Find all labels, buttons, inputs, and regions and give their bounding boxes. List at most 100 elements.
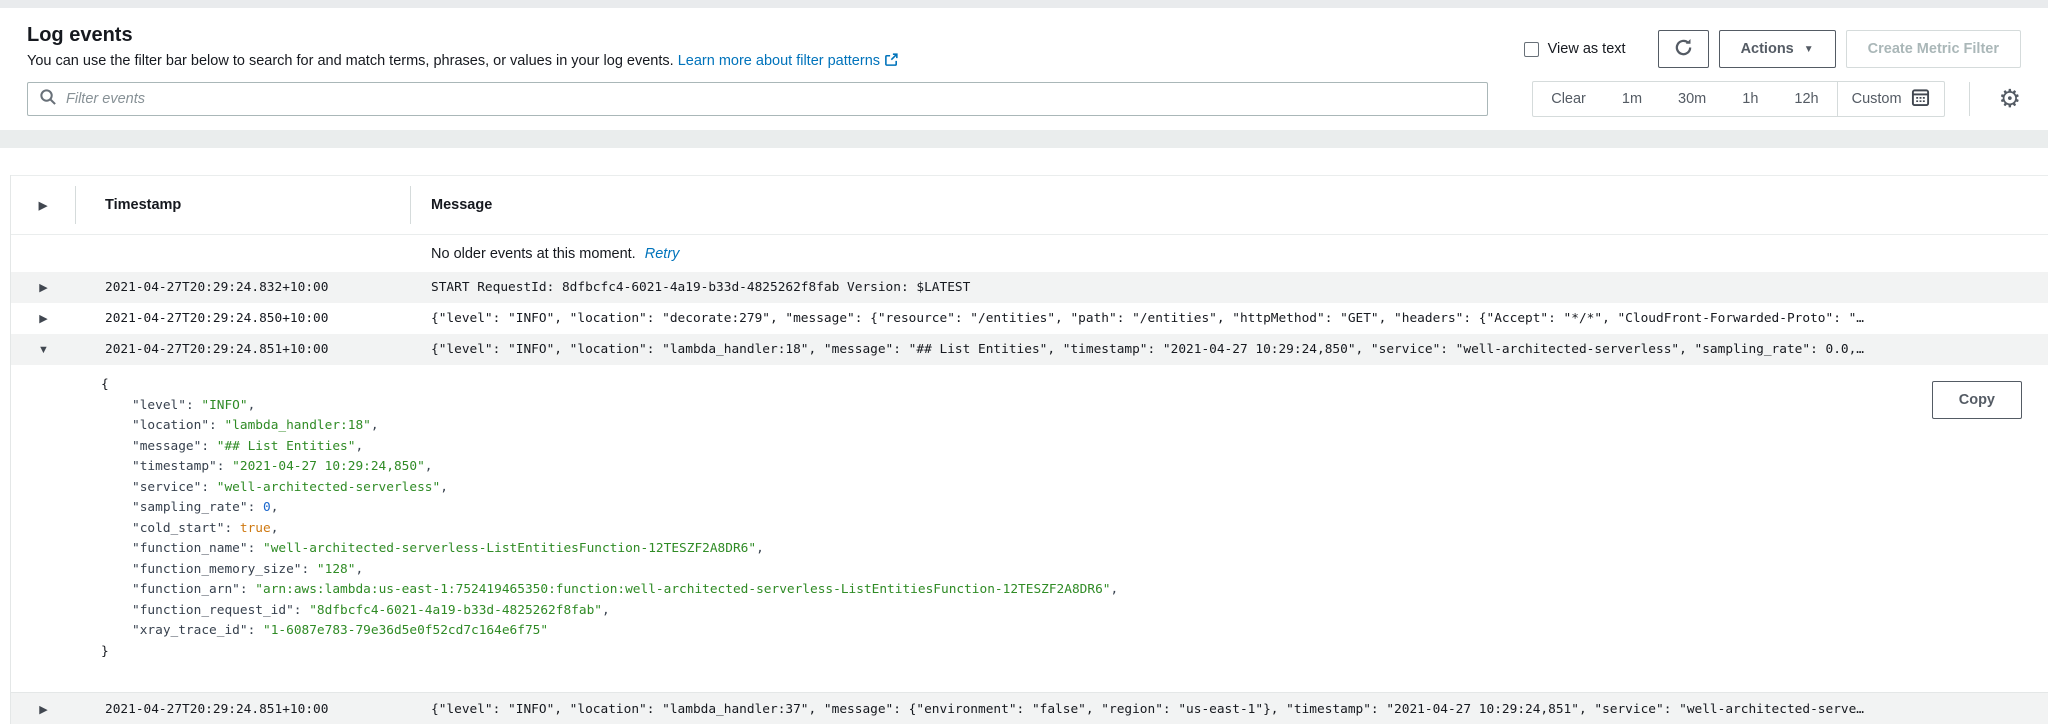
caret-down-icon: ▼ <box>1803 43 1814 55</box>
log-row[interactable]: ▼ 2021-04-27T20:29:24.851+10:00 {"level": … <box>11 334 2048 365</box>
json-line: "message": "## List Entities", <box>101 437 2048 458</box>
time-range-1h[interactable]: 1h <box>1724 82 1776 116</box>
json-viewer: {"level": "INFO", "location": "lambda_han… <box>101 375 2048 662</box>
log-timestamp: 2021-04-27T20:29:24.850+10:00 <box>105 311 329 326</box>
expand-arrow-icon: ▶ <box>38 199 48 212</box>
json-line: "xray_trace_id": "1-6087e783-79e36d5e0f5… <box>101 621 2048 642</box>
create-metric-filter-button[interactable]: Create Metric Filter <box>1845 30 2021 68</box>
expand-column-header: ▶ <box>11 186 76 224</box>
view-as-text-checkbox[interactable] <box>1523 41 1539 57</box>
log-row[interactable]: ▶ 2021-04-27T20:29:24.851+10:00 {"level": … <box>11 692 2048 724</box>
filter-events-searchbox[interactable] <box>27 82 1489 116</box>
gear-icon[interactable]: ⚙ <box>1999 86 2021 112</box>
time-range-1m[interactable]: 1m <box>1604 82 1660 116</box>
json-line: "function_request_id": "8dfbcfc4-6021-4a… <box>101 601 2048 622</box>
log-row[interactable]: ▶ 2021-04-27T20:29:24.850+10:00 {"level": … <box>11 303 2048 334</box>
json-punctuation: : <box>301 561 317 577</box>
external-link-icon <box>884 52 899 71</box>
log-events-table: ▶ Timestamp Message No older events at t… <box>10 175 2048 724</box>
json-punctuation: , <box>370 418 379 433</box>
json-punctuation: : <box>201 438 217 454</box>
time-range-custom[interactable]: Custom <box>1836 82 1944 116</box>
json-line: "function_name": "well-architected-serve… <box>101 539 2048 560</box>
json-key: "service" <box>132 479 202 495</box>
json-key: "sampling_rate" <box>132 500 248 515</box>
json-punctuation: : <box>247 500 263 515</box>
json-punctuation: , <box>602 602 610 618</box>
json-line: "function_arn": "arn:aws:lambda:us-east-… <box>101 580 2048 601</box>
json-punctuation: , <box>247 397 256 413</box>
json-punctuation: : <box>201 479 217 495</box>
json-value: "well-architected-serverless" <box>216 479 441 495</box>
table-header-row: ▶ Timestamp Message <box>11 175 2048 235</box>
json-value: "2021-04-27 10:29:24,850" <box>232 459 425 474</box>
json-value: "INFO" <box>201 397 248 413</box>
json-key: "function_arn" <box>132 582 240 597</box>
log-events-header: Log events You can use the filter bar be… <box>0 8 2048 77</box>
json-punctuation: , <box>424 459 433 474</box>
notice-text: No older events at this moment. <box>431 245 636 262</box>
refresh-icon <box>1674 38 1693 61</box>
json-value: "lambda_handler:18" <box>224 418 371 433</box>
log-timestamp: 2021-04-27T20:29:24.851+10:00 <box>105 702 329 717</box>
filter-events-input[interactable] <box>66 91 1477 107</box>
actions-button[interactable]: Actions ▼ <box>1718 30 1836 68</box>
copy-button[interactable]: Copy <box>1931 381 2022 419</box>
header-controls: View as text Actions ▼ Create Metric Filt… <box>1523 30 2021 68</box>
log-message: {"level": "INFO", "location": "decorate:… <box>431 311 1865 326</box>
json-key: "function_request_id" <box>132 602 294 618</box>
expanded-log-detail: Copy{"level": "INFO", "location": "lambda… <box>11 365 2048 692</box>
json-value: "128" <box>316 561 356 577</box>
toolbar-divider <box>1968 82 1970 116</box>
json-key: "xray_trace_id" <box>132 623 248 638</box>
json-value: "1-6087e783-79e36d5e0f52cd7c164e6f75" <box>263 623 549 638</box>
json-line: "location": "lambda_handler:18", <box>101 416 2048 437</box>
json-key: "function_memory_size" <box>132 561 302 577</box>
time-range-clear[interactable]: Clear <box>1533 82 1604 116</box>
message-column-header[interactable]: Message <box>411 186 2048 224</box>
expand-arrow-icon[interactable]: ▶ <box>11 312 76 325</box>
retry-link[interactable]: Retry <box>645 246 680 262</box>
time-range-12h[interactable]: 12h <box>1776 82 1836 116</box>
json-value: "well-architected-serverless-ListEntitie… <box>263 541 757 556</box>
log-message: {"level": "INFO", "location": "lambda_ha… <box>431 702 1865 717</box>
json-punctuation: : <box>293 602 310 618</box>
page-top-strip <box>0 0 2048 8</box>
log-rows: ▶ 2021-04-27T20:29:24.832+10:00 START Requ… <box>11 272 2048 724</box>
view-as-text-label: View as text <box>1547 41 1626 57</box>
section-divider-band <box>0 130 2048 148</box>
learn-more-label: Learn more about filter patterns <box>677 53 881 69</box>
collapse-arrow-icon[interactable]: ▼ <box>11 344 76 356</box>
json-punctuation: , <box>756 541 764 556</box>
json-line: "function_memory_size": "128", <box>101 560 2048 581</box>
json-open-brace: { <box>101 377 109 392</box>
json-key: "level" <box>132 397 186 413</box>
expand-arrow-icon[interactable]: ▶ <box>11 703 76 716</box>
actions-label: Actions <box>1740 41 1794 57</box>
json-value: "## List Entities" <box>216 438 356 454</box>
time-range-control: Clear 1m 30m 1h 12h Custom <box>1532 81 1945 117</box>
json-line: "level": "INFO", <box>101 396 2048 417</box>
json-punctuation: , <box>355 438 364 454</box>
json-punctuation: : <box>216 459 233 474</box>
time-range-30m[interactable]: 30m <box>1660 82 1724 116</box>
json-punctuation: , <box>1110 582 1119 597</box>
json-key: "timestamp" <box>132 459 217 474</box>
search-icon <box>39 88 66 111</box>
json-value: "8dfbcfc4-6021-4a19-b33d-4825262f8fab" <box>309 602 602 618</box>
learn-more-link[interactable]: Learn more about filter patterns <box>678 53 899 69</box>
log-row[interactable]: ▶ 2021-04-27T20:29:24.832+10:00 START Requ… <box>11 272 2048 303</box>
refresh-button[interactable] <box>1657 30 1709 68</box>
json-key: "cold_start" <box>132 520 225 536</box>
no-older-events-row: No older events at this moment. Retry <box>11 235 2048 272</box>
json-key: "location" <box>132 418 210 433</box>
json-close-brace: } <box>101 643 109 659</box>
log-message: {"level": "INFO", "location": "lambda_ha… <box>431 342 1865 357</box>
notice-message: No older events at this moment. Retry <box>411 246 2048 262</box>
custom-label: Custom <box>1851 91 1902 107</box>
json-line: "sampling_rate": 0, <box>101 498 2048 519</box>
timestamp-column-header[interactable]: Timestamp <box>76 186 411 224</box>
json-value: true <box>239 520 271 536</box>
json-punctuation: , <box>270 520 279 536</box>
expand-arrow-icon[interactable]: ▶ <box>11 281 76 294</box>
